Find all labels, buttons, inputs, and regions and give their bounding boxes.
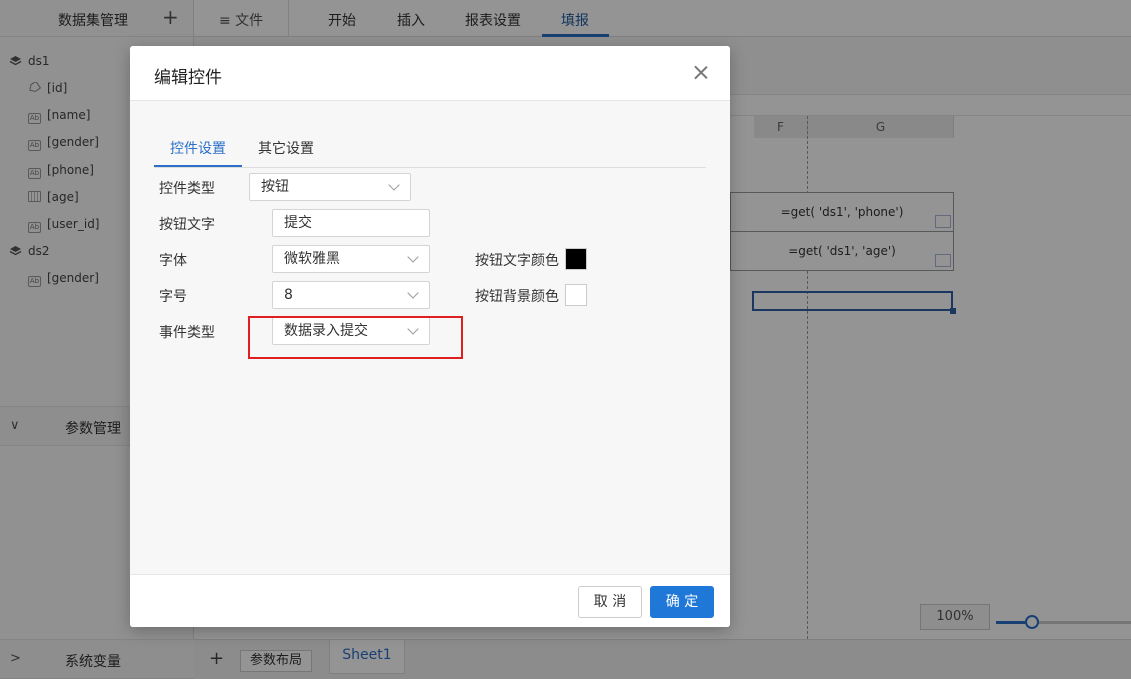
text-color-swatch[interactable]: [565, 248, 587, 270]
bg-color-swatch[interactable]: [565, 284, 587, 306]
font-label: 字体: [159, 253, 187, 269]
tab-other-settings[interactable]: 其它设置: [258, 138, 314, 168]
ok-button[interactable]: 确 定: [650, 586, 714, 618]
text-color-label: 按钮文字颜色: [475, 253, 559, 269]
chevron-down-icon: [407, 287, 419, 299]
button-text-label: 按钮文字: [159, 217, 215, 233]
chevron-down-icon: [407, 251, 419, 263]
font-size-value: 8: [284, 287, 293, 303]
edit-control-dialog: 编辑控件 控件设置 其它设置 控件类型 按钮 按钮文字 提交 字体 微软雅黑 字…: [130, 46, 730, 627]
dialog-title: 编辑控件: [154, 68, 222, 88]
event-type-label: 事件类型: [159, 325, 215, 341]
tab-control-settings[interactable]: 控件设置: [170, 138, 226, 168]
font-value: 微软雅黑: [284, 251, 340, 267]
cancel-button[interactable]: 取 消: [578, 586, 642, 618]
font-size-select[interactable]: 8: [272, 281, 430, 309]
highlight-box: [248, 316, 463, 359]
close-icon[interactable]: [691, 63, 711, 83]
control-type-select[interactable]: 按钮: [249, 173, 411, 201]
dialog-header: 编辑控件: [130, 46, 730, 101]
dialog-footer: 取 消 确 定: [130, 574, 730, 627]
button-text-input[interactable]: 提交: [272, 209, 430, 237]
font-size-label: 字号: [159, 289, 187, 305]
font-select[interactable]: 微软雅黑: [272, 245, 430, 273]
active-tab-indicator: [154, 165, 242, 167]
control-type-label: 控件类型: [159, 181, 215, 197]
chevron-down-icon: [388, 179, 400, 191]
dialog-tabs: 控件设置 其它设置: [154, 136, 706, 168]
control-type-value: 按钮: [261, 179, 289, 195]
bg-color-label: 按钮背景颜色: [475, 289, 559, 305]
button-text-value: 提交: [284, 215, 312, 231]
